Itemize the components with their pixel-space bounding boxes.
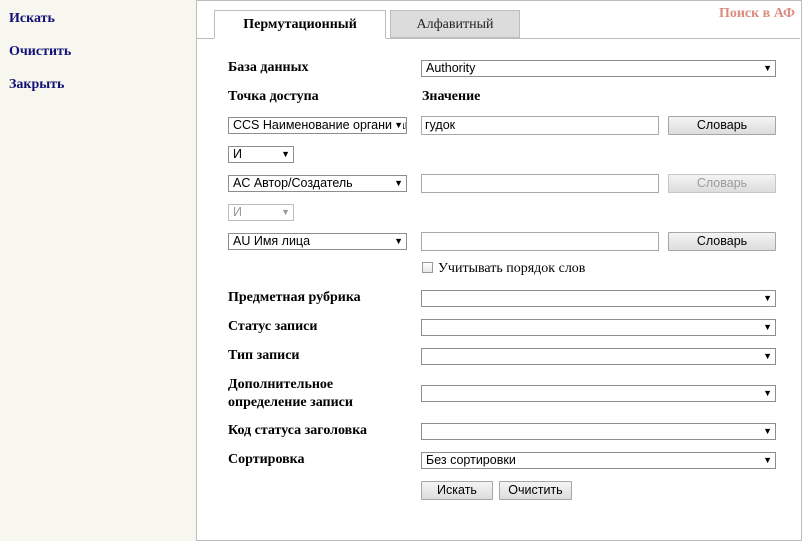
dictionary-button-1[interactable]: Словарь [668,116,776,135]
chevron-down-icon: ▼ [763,426,772,436]
access-point-select-1[interactable]: CCS Наименование организации ▼ [228,117,407,134]
extra-definition-select[interactable]: ▼ [421,385,776,402]
access-point-select-2[interactable]: AC Автор/Создатель ▼ [228,175,407,192]
value-input-3[interactable] [421,232,659,251]
sidebar-clear-link[interactable]: Очистить [9,44,71,60]
heading-status-select[interactable]: ▼ [421,423,776,440]
chevron-down-icon: ▼ [281,207,290,217]
sidebar-search-link[interactable]: Искать [9,11,55,27]
chevron-down-icon: ▼ [763,63,772,73]
status-select[interactable]: ▼ [421,319,776,336]
search-button[interactable]: Искать [421,481,493,500]
chevron-down-icon: ▼ [394,178,403,188]
access-point-header: Точка доступа [228,89,319,104]
access-point-select-3[interactable]: AU Имя лица ▼ [228,233,407,250]
sort-select-value: Без сортировки [426,453,516,467]
chevron-down-icon: ▼ [281,149,290,159]
access-point-select-3-value: AU Имя лица [233,234,311,248]
subject-label: Предметная рубрика [228,290,361,305]
chevron-down-icon: ▼ [763,351,772,361]
operator-select-2-value: И [233,205,242,219]
clear-button[interactable]: Очистить [499,481,572,500]
operator-select-1[interactable]: И ▼ [228,146,294,163]
operator-select-2[interactable]: И ▼ [228,204,294,221]
chevron-down-icon: ▼ [763,293,772,303]
access-point-select-2-value: AC Автор/Создатель [233,176,353,190]
access-point-select-1-value: CCS Наименование организации [233,118,407,132]
type-select[interactable]: ▼ [421,348,776,365]
tab-alphabetic[interactable]: Алфавитный [390,10,520,38]
extra-definition-label-line2: определение записи [228,395,353,410]
operator-select-1-value: И [233,147,242,161]
chevron-down-icon: ▼ [392,118,403,133]
chevron-down-icon: ▼ [763,322,772,332]
sort-select[interactable]: Без сортировки ▼ [421,452,776,469]
sort-label: Сортировка [228,452,305,467]
sidebar-close-link[interactable]: Закрыть [9,77,64,93]
status-label: Статус записи [228,319,318,334]
word-order-checkbox[interactable] [422,262,433,273]
word-order-label: Учитывать порядок слов [438,261,586,276]
dictionary-button-3[interactable]: Словарь [668,232,776,251]
value-input-2[interactable] [421,174,659,193]
tab-permutation[interactable]: Пермутационный [214,10,386,39]
chevron-down-icon: ▼ [763,388,772,398]
chevron-down-icon: ▼ [763,455,772,465]
heading-status-label: Код статуса заголовка [228,423,368,438]
value-input-1[interactable]: гудок [421,116,659,135]
value-header: Значение [422,89,481,104]
sidebar: Искать Очистить Закрыть [0,0,197,541]
chevron-down-icon: ▼ [394,236,403,246]
database-select-value: Authority [426,61,476,75]
page-title: Поиск в АФ [718,6,795,21]
dictionary-button-2[interactable]: Словарь [668,174,776,193]
type-label: Тип записи [228,348,300,363]
database-select[interactable]: Authority ▼ [421,60,776,77]
subject-select[interactable]: ▼ [421,290,776,307]
extra-definition-label-line1: Дополнительное [228,377,334,392]
database-label: База данных [228,60,309,75]
